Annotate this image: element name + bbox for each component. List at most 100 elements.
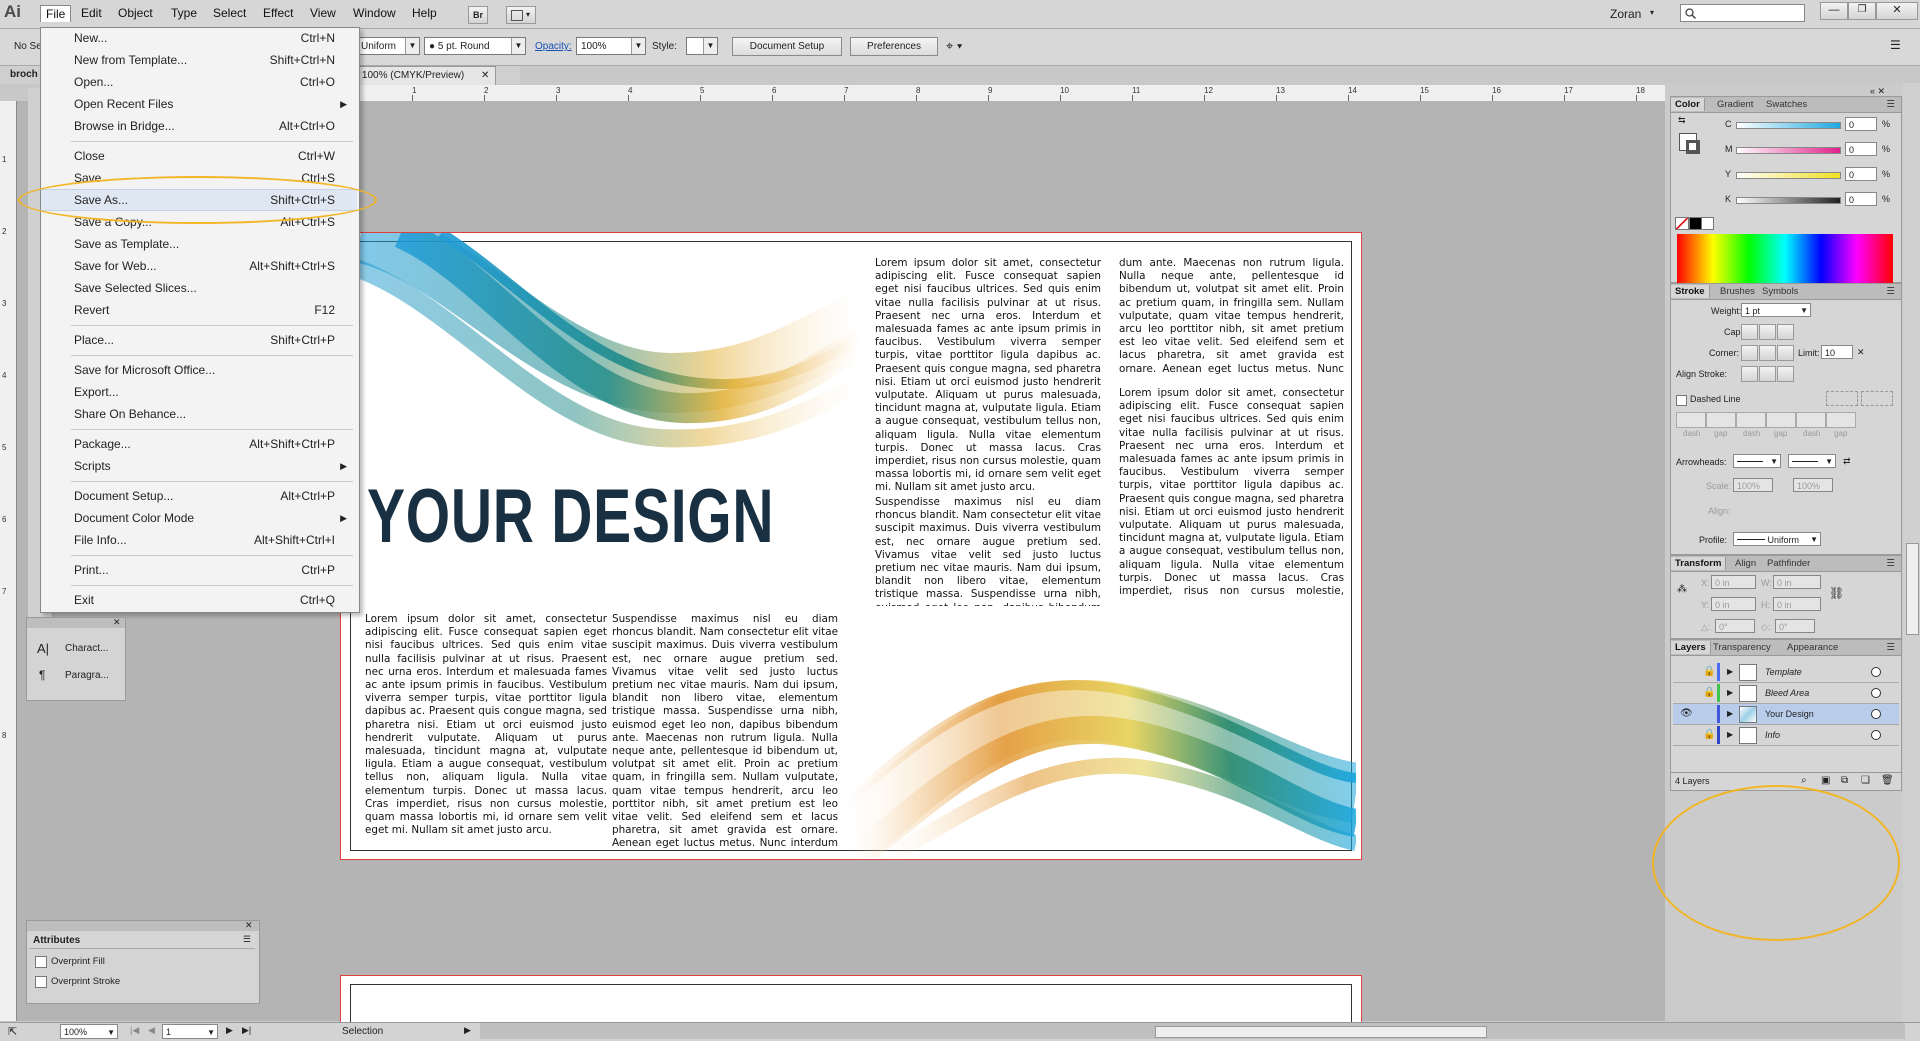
search-field[interactable] (1680, 4, 1805, 22)
user-name[interactable]: Zoran (1610, 7, 1641, 21)
panel-menu-icon[interactable]: ☰ (1882, 557, 1899, 570)
artboard-2[interactable] (340, 975, 1362, 1026)
layer-row-template[interactable]: 🔒 ▶ Template (1673, 662, 1899, 683)
menu-item-save-slices[interactable]: Save Selected Slices... (41, 278, 357, 298)
tab-gradient[interactable]: Gradient (1713, 98, 1757, 111)
panel-menu-icon[interactable]: ☰ (243, 934, 251, 945)
tab-stroke[interactable]: Stroke (1671, 285, 1710, 298)
status-menu-arrow-icon[interactable]: ▶ (464, 1025, 471, 1036)
text-column-2[interactable]: Suspendisse maximus nisl eu diam rhoncus… (612, 613, 838, 848)
opacity-field[interactable]: 100% ▼ (576, 37, 646, 55)
text-column-4b[interactable]: Lorem ipsum dolor sit amet, consectetur … (1119, 387, 1344, 597)
tab-symbols[interactable]: Symbols (1758, 285, 1802, 298)
menu-window[interactable]: Window (348, 5, 401, 21)
tab-color[interactable]: Color (1671, 98, 1705, 111)
eye-icon[interactable]: 👁 (1680, 708, 1693, 719)
restore-button[interactable]: ❐ (1848, 2, 1876, 20)
align-inside-button[interactable] (1759, 366, 1776, 382)
menu-item-revert[interactable]: Revert F12 (41, 300, 357, 320)
horizontal-scrollbar[interactable] (480, 1023, 1905, 1039)
w-field[interactable]: 0 in (1773, 575, 1821, 589)
menu-item-browse-bridge[interactable]: Browse in Bridge... Alt+Ctrl+O (41, 116, 357, 136)
yellow-field[interactable]: 0 (1845, 167, 1877, 181)
stroke-weight-field[interactable]: 1 pt ▼ (1741, 303, 1811, 317)
prev-artboard-button[interactable]: ◀ (148, 1025, 155, 1036)
headline[interactable]: YOUR DESIGN (367, 473, 774, 560)
menu-view[interactable]: View (305, 5, 341, 21)
tab-layers[interactable]: Layers (1671, 641, 1711, 654)
swap-fill-stroke-icon[interactable]: ⇆ (1678, 115, 1686, 126)
panel-menu-icon[interactable]: ☰ (1882, 285, 1899, 298)
close-icon[interactable]: ✕ (113, 617, 121, 628)
layer-row-bleed-area[interactable]: 🔒 ▶ Bleed Area (1673, 683, 1899, 704)
start-arrowhead-dropdown[interactable]: ▼ (1733, 454, 1781, 468)
preserve-dash-icon[interactable] (1826, 391, 1858, 406)
tab-brushes[interactable]: Brushes (1716, 285, 1759, 298)
expand-triangle-icon[interactable]: ▶ (1727, 709, 1733, 718)
round-cap-button[interactable] (1759, 324, 1776, 340)
opacity-label[interactable]: Opacity: (535, 41, 572, 52)
miter-limit-field[interactable]: 10 (1821, 345, 1853, 359)
menu-item-color-mode[interactable]: Document Color Mode ▶ (41, 508, 357, 528)
text-column-1[interactable]: Lorem ipsum dolor sit amet, consectetur … (365, 613, 607, 848)
brush-dropdown[interactable]: ● 5 pt. Round ▼ (424, 37, 526, 55)
menu-item-export[interactable]: Export... (41, 382, 357, 402)
scroll-thumb[interactable] (1155, 1026, 1487, 1038)
arrange-documents-button[interactable]: ▾ (506, 6, 536, 24)
style-dropdown[interactable]: ▼ (686, 37, 718, 55)
scroll-thumb[interactable] (1906, 543, 1919, 635)
align-center-button[interactable] (1741, 366, 1758, 382)
overprint-fill-checkbox[interactable] (35, 956, 47, 968)
dash-field-2[interactable] (1736, 412, 1766, 428)
menu-edit[interactable]: Edit (76, 5, 107, 21)
menu-item-package[interactable]: Package... Alt+Shift+Ctrl+P (41, 434, 357, 454)
document-tab[interactable]: @ 100% (CMYK/Preview) ✕ (342, 66, 497, 85)
h-field[interactable]: 0 in (1773, 597, 1821, 611)
horizontal-ruler[interactable]: 1 2 3 4 5 6 7 8 9 10 11 12 13 14 15 16 1… (340, 85, 1665, 102)
clipping-mask-icon[interactable]: ▣ (1821, 775, 1830, 786)
menu-item-new[interactable]: New... Ctrl+N (41, 28, 357, 48)
document-setup-button[interactable]: Document Setup (732, 37, 842, 56)
menu-item-place[interactable]: Place... Shift+Ctrl+P (41, 330, 357, 350)
menu-item-save-office[interactable]: Save for Microsoft Office... (41, 360, 357, 380)
x-field[interactable]: 0 in (1711, 575, 1756, 589)
menu-effect[interactable]: Effect (258, 5, 298, 21)
locate-object-icon[interactable]: ⌕ (1801, 775, 1807, 786)
close-window-button[interactable]: ✕ (1876, 2, 1918, 20)
magenta-field[interactable]: 0 (1845, 142, 1877, 156)
dashed-line-checkbox[interactable] (1676, 395, 1687, 406)
end-scale-field[interactable]: 100% (1793, 478, 1833, 492)
align-options-icon[interactable]: ⌖ ▾ (946, 38, 962, 54)
first-artboard-button[interactable]: |◀ (130, 1025, 139, 1036)
preferences-button[interactable]: Preferences (850, 37, 938, 56)
menu-select[interactable]: Select (208, 5, 251, 21)
panel-grip[interactable] (27, 921, 259, 931)
stroke-profile-dropdown[interactable]: Uniform ▼ (356, 37, 420, 55)
align-dash-icon[interactable] (1861, 391, 1893, 406)
lock-icon[interactable]: 🔒 (1703, 729, 1715, 740)
overprint-stroke-checkbox[interactable] (35, 976, 47, 988)
y-field[interactable]: 0 in (1711, 597, 1756, 611)
lock-icon[interactable]: 🔒 (1703, 687, 1715, 698)
butt-cap-button[interactable] (1741, 324, 1758, 340)
menu-item-scripts[interactable]: Scripts ▶ (41, 456, 357, 476)
last-artboard-button[interactable]: ▶| (242, 1025, 251, 1036)
panel-grip[interactable] (27, 618, 125, 628)
dash-field-1[interactable] (1676, 412, 1706, 428)
close-icon[interactable]: ✕ (245, 920, 253, 931)
dash-field-3[interactable] (1796, 412, 1826, 428)
target-circle-icon[interactable] (1871, 730, 1881, 740)
layer-row-your-design[interactable]: 👁 ▶ Your Design (1673, 704, 1899, 725)
vertical-ruler[interactable]: 1 2 3 4 5 6 7 8 (0, 101, 17, 1021)
none-swatch[interactable] (1675, 217, 1689, 230)
status-tool[interactable]: Selection (342, 1026, 383, 1037)
tab-transform[interactable]: Transform (1671, 557, 1727, 570)
menu-type[interactable]: Type (166, 5, 202, 21)
reference-point-icon[interactable]: ⁂ (1677, 584, 1691, 598)
swap-arrowheads-icon[interactable]: ⇄ (1843, 456, 1851, 467)
target-circle-icon[interactable] (1871, 688, 1881, 698)
gap-field-1[interactable] (1706, 412, 1736, 428)
panel-menu-icon[interactable]: ☰ (1882, 641, 1899, 654)
lock-icon[interactable]: 🔒 (1703, 666, 1715, 677)
panel-menu-icon[interactable]: ☰ (1882, 98, 1899, 111)
